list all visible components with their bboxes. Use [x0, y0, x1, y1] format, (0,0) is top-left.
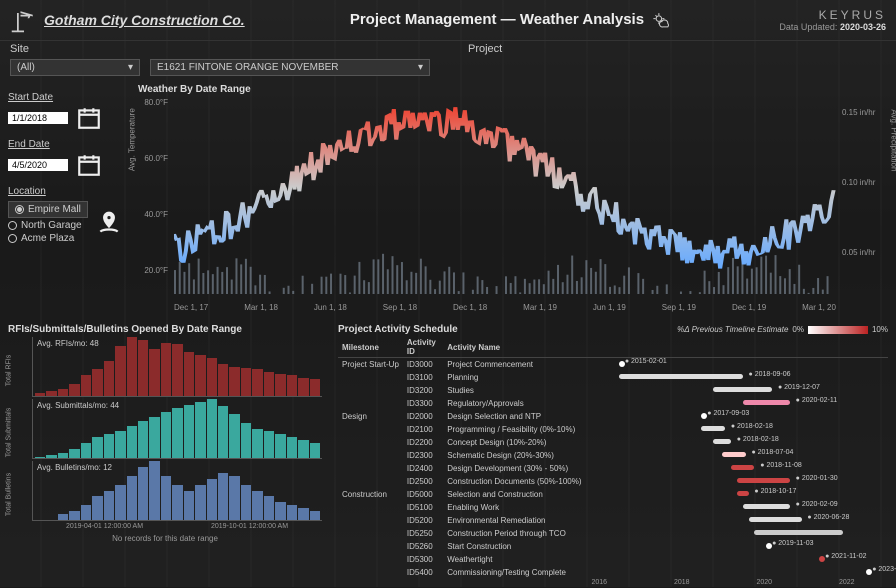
schedule-table: MilestoneActivity IDActivity Name Projec…	[338, 337, 888, 579]
brand-name: KEYRUS	[779, 8, 886, 22]
brand-block: KEYRUS Data Updated: 2020-03-26	[779, 8, 886, 32]
location-icon	[96, 210, 122, 236]
project-label: Project	[468, 43, 886, 55]
schedule-row: ID5200Environmental Remediation● 2020-06…	[338, 514, 888, 527]
site-label: Site	[10, 43, 428, 55]
legend-gradient	[808, 326, 868, 334]
schedule-row: DesignID2000Design Selection and NTP● 20…	[338, 410, 888, 423]
weather-icon	[652, 11, 674, 29]
rfi-title: RFIs/Submittals/Bulletins Opened By Date…	[8, 324, 322, 335]
sidebar: Start Date 1/1/2018 End Date 4/5/2020 Lo…	[0, 78, 130, 318]
start-date-label: Start Date	[8, 92, 122, 103]
rfi-chart: Total RFIsAvg. RFIs/mo: 48	[32, 337, 322, 397]
location-label: Location	[8, 186, 122, 197]
schedule-row: ID2300Schematic Design (20%-30%)● 2018-0…	[338, 449, 888, 462]
schedule-row: ID5260Start Construction● 2019-11-03	[338, 540, 888, 553]
start-date-input[interactable]: 1/1/2018	[8, 112, 68, 124]
schedule-row: ID5400Commissioning/Testing Complete● 20…	[338, 566, 888, 579]
schedule-row: ID3300Regulatory/Approvals● 2020-02-11	[338, 397, 888, 410]
schedule-row: ID3200Studies● 2019-12-07	[338, 384, 888, 397]
location-radio[interactable]: Empire Mall	[8, 201, 88, 218]
calendar-icon[interactable]	[76, 105, 102, 131]
page-title: Project Management — Weather Analysis	[245, 11, 780, 29]
delta-legend: %Δ Previous Timeline Estimate 0%10%	[677, 325, 888, 334]
weather-plot-svg	[174, 92, 836, 294]
end-date-input[interactable]: 4/5/2020	[8, 159, 68, 171]
schedule-title: Project Activity Schedule	[338, 324, 458, 335]
location-radio[interactable]: Acme Plaza	[8, 233, 88, 244]
schedule-row: ConstructionID5000Selection and Construc…	[338, 488, 888, 501]
project-select[interactable]: E1621 FINTONE ORANGE NOVEMBER▾	[150, 59, 430, 76]
schedule-row: ID3100Planning● 2018-09-06	[338, 371, 888, 384]
data-updated: Data Updated: 2020-03-26	[779, 22, 886, 32]
filter-labels: Site Project	[0, 41, 896, 57]
chevron-down-icon: ▾	[128, 62, 133, 73]
location-radio[interactable]: North Garage	[8, 220, 88, 231]
no-records-label: No records for this date range	[8, 534, 322, 543]
schedule-row: Project Start-UpID3000Project Commenceme…	[338, 358, 888, 371]
rfi-chart: Total SubmittalsAvg. Submittals/mo: 44	[32, 399, 322, 459]
schedule-row: ID5250Construction Period through TCO	[338, 527, 888, 540]
rfi-chart: Total BulletinsAvg. Bulletins/mo: 12	[32, 461, 322, 521]
y-axis-right-label: Avg. Precipitation	[890, 109, 896, 171]
company-logo: Gotham City Construction Co.	[10, 6, 245, 34]
schedule-row: ID2400Design Development (30% - 50%)● 20…	[338, 462, 888, 475]
calendar-icon[interactable]	[76, 152, 102, 178]
schedule-row: ID2500Construction Documents (50%-100%)●…	[338, 475, 888, 488]
schedule-row: ID5300Weathertight● 2021-11-02	[338, 553, 888, 566]
header: Gotham City Construction Co. Project Man…	[0, 0, 896, 41]
schedule-row: ID5100Enabling Work● 2020-02-09	[338, 501, 888, 514]
schedule-row: ID2100Programming / Feasibility (0%-10%)…	[338, 423, 888, 436]
rfi-panel: RFIs/Submittals/Bulletins Opened By Date…	[0, 318, 330, 588]
end-date-label: End Date	[8, 139, 122, 150]
chevron-down-icon: ▾	[418, 62, 423, 73]
site-select[interactable]: (All)▾	[10, 59, 140, 76]
crane-icon	[10, 6, 38, 34]
schedule-row: ID2200Concept Design (10%-20%)● 2018-02-…	[338, 436, 888, 449]
schedule-panel: Project Activity Schedule %Δ Previous Ti…	[330, 318, 896, 588]
weather-chart: Weather By Date Range Avg. Temperature A…	[130, 78, 896, 318]
company-name: Gotham City Construction Co.	[44, 12, 245, 28]
y-axis-left-label: Avg. Temperature	[128, 108, 137, 171]
